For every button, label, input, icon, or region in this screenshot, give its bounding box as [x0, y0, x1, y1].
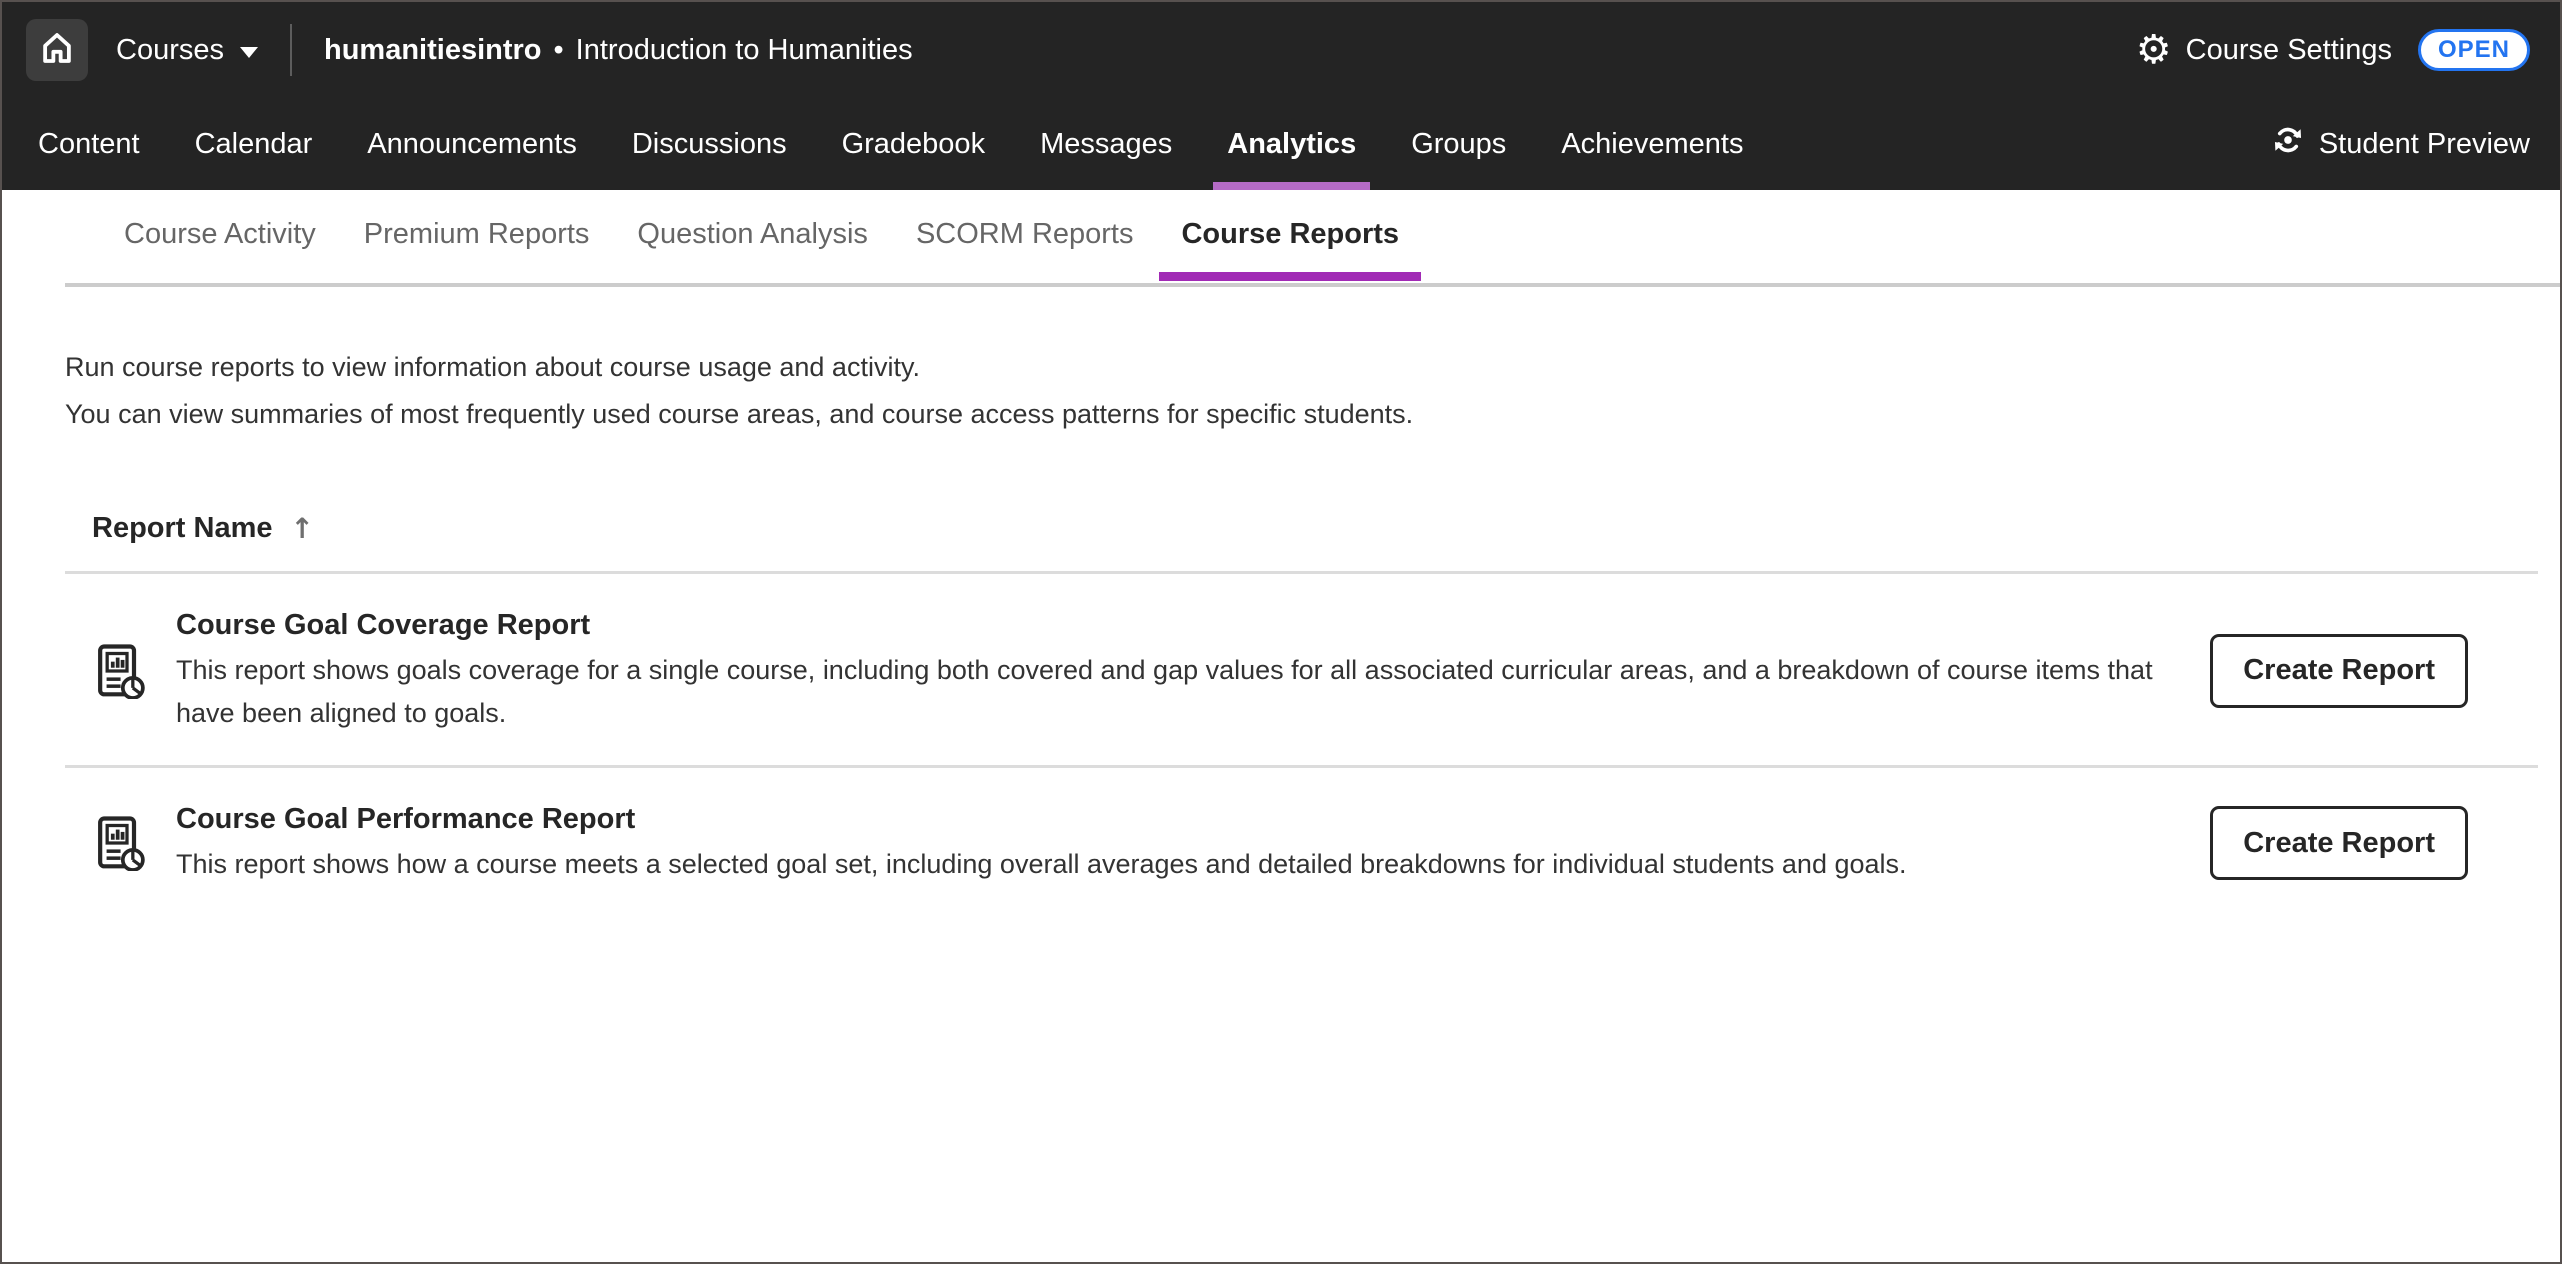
- nav-spacer: [1743, 98, 2270, 190]
- subtab-row: Course Activity Premium Reports Question…: [2, 190, 2560, 290]
- report-document-icon: [92, 815, 148, 871]
- create-report-button-coverage[interactable]: Create Report: [2210, 634, 2468, 708]
- open-status-badge[interactable]: OPEN: [2418, 29, 2530, 71]
- chevron-down-icon: [240, 47, 258, 58]
- app-window: Courses humanitiesintro • Introduction t…: [0, 0, 2562, 1264]
- intro-line-1: Run course reports to view information a…: [65, 344, 2560, 391]
- nav-item-content[interactable]: Content: [38, 98, 140, 190]
- sort-ascending-icon[interactable]: ↑: [291, 512, 314, 545]
- report-name-header[interactable]: Report Name ↑: [65, 512, 2560, 545]
- nav-item-discussions[interactable]: Discussions: [632, 98, 787, 190]
- report-info: Course Goal Performance Report This repo…: [176, 800, 2162, 886]
- nav-item-gradebook[interactable]: Gradebook: [842, 98, 986, 190]
- top-bar: Courses humanitiesintro • Introduction t…: [2, 2, 2560, 98]
- nav-item-announcements[interactable]: Announcements: [367, 98, 577, 190]
- nav-item-calendar[interactable]: Calendar: [195, 98, 313, 190]
- course-title: humanitiesintro • Introduction to Humani…: [324, 34, 913, 67]
- report-title[interactable]: Course Goal Performance Report: [176, 800, 2162, 838]
- tab-premium-reports[interactable]: Premium Reports: [342, 190, 612, 290]
- gear-icon: ⚙: [2136, 30, 2172, 70]
- intro-text: Run course reports to view information a…: [65, 344, 2560, 438]
- report-row-coverage: Course Goal Coverage Report This report …: [65, 574, 2560, 765]
- nav-item-achievements[interactable]: Achievements: [1561, 98, 1743, 190]
- courses-dropdown[interactable]: Courses: [116, 34, 258, 67]
- student-preview-icon: [2271, 123, 2305, 165]
- bullet-separator: •: [554, 34, 564, 67]
- tab-course-reports[interactable]: Course Reports: [1159, 190, 1421, 290]
- main-content: Run course reports to view information a…: [2, 344, 2560, 916]
- intro-line-2: You can view summaries of most frequentl…: [65, 391, 2560, 438]
- tab-question-analysis[interactable]: Question Analysis: [615, 190, 890, 290]
- create-report-button-performance[interactable]: Create Report: [2210, 806, 2468, 880]
- nav-items: Content Calendar Announcements Discussio…: [38, 98, 1743, 190]
- home-icon: [38, 29, 76, 72]
- course-id: humanitiesintro: [324, 34, 542, 67]
- tab-course-activity[interactable]: Course Activity: [102, 190, 338, 290]
- report-description: This report shows goals coverage for a s…: [176, 649, 2162, 735]
- topbar-separator: [290, 24, 292, 76]
- home-button[interactable]: [26, 19, 88, 81]
- analytics-subtabs: Course Activity Premium Reports Question…: [2, 190, 2560, 290]
- report-title[interactable]: Course Goal Coverage Report: [176, 606, 2162, 644]
- tab-scorm-reports[interactable]: SCORM Reports: [894, 190, 1156, 290]
- report-document-icon: [92, 643, 148, 699]
- report-name-label: Report Name: [92, 512, 273, 545]
- report-row-performance: Course Goal Performance Report This repo…: [65, 768, 2560, 916]
- nav-item-messages[interactable]: Messages: [1040, 98, 1172, 190]
- course-nav-bar: Content Calendar Announcements Discussio…: [2, 98, 2560, 190]
- student-preview-button[interactable]: Student Preview: [2271, 98, 2530, 190]
- nav-item-groups[interactable]: Groups: [1411, 98, 1506, 190]
- nav-item-analytics[interactable]: Analytics: [1227, 98, 1356, 190]
- course-settings-label: Course Settings: [2186, 34, 2392, 67]
- student-preview-label: Student Preview: [2319, 128, 2530, 161]
- course-name: Introduction to Humanities: [576, 34, 913, 67]
- report-info: Course Goal Coverage Report This report …: [176, 606, 2162, 735]
- courses-label: Courses: [116, 34, 224, 67]
- course-settings-button[interactable]: ⚙ Course Settings: [2136, 30, 2392, 70]
- subtabs-divider: [65, 283, 2560, 287]
- report-description: This report shows how a course meets a s…: [176, 843, 2162, 886]
